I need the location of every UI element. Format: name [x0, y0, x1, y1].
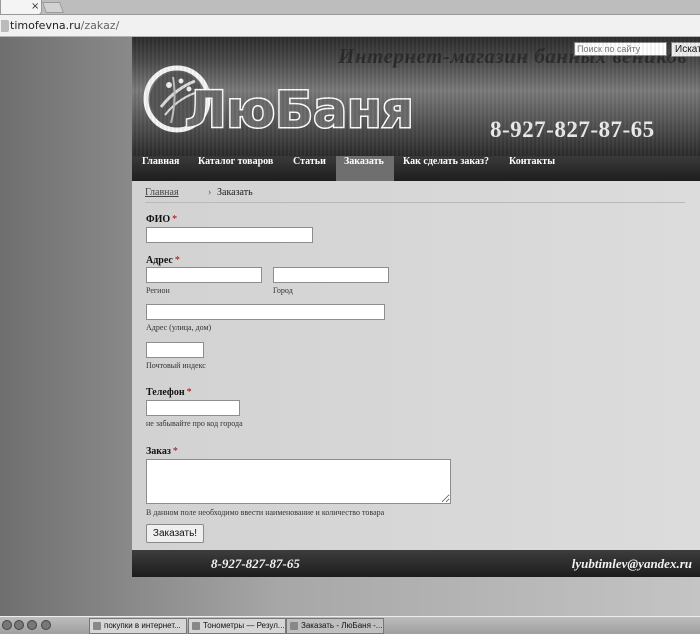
- region-hint: Регион: [146, 286, 170, 295]
- nav-item-how-to-order[interactable]: Как сделать заказ?: [403, 156, 497, 181]
- phone-field[interactable]: [146, 400, 240, 416]
- region-field[interactable]: [146, 267, 262, 283]
- street-hint: Адрес (улица, дом): [146, 323, 212, 332]
- taskbar-window-3[interactable]: Заказать - ЛюБаня -...: [286, 618, 384, 634]
- order-hint: В данном поле необходимо ввести наименов…: [146, 508, 385, 517]
- breadcrumb-home-link[interactable]: Главная: [145, 187, 179, 198]
- site-header: Интернет-магазин банных веников Искать Л…: [132, 37, 700, 156]
- breadcrumb-divider: [145, 202, 685, 203]
- page-viewport: Интернет-магазин банных веников Искать Л…: [0, 37, 700, 616]
- explorer-icon[interactable]: [14, 620, 24, 630]
- url-domain: timofevna.ru: [10, 19, 81, 32]
- breadcrumb-current: Заказать: [217, 187, 253, 198]
- tab-strip: ×: [0, 0, 700, 15]
- phone-hint: не забывайте про код города: [146, 419, 243, 428]
- app-quicklaunch-icon[interactable]: [41, 620, 51, 630]
- window-icon: [93, 622, 101, 630]
- address-label-text: Адрес: [146, 255, 173, 266]
- nav-item-order[interactable]: Заказать: [336, 156, 394, 181]
- header-phone: 8-927-827-87-65: [490, 117, 655, 142]
- tab-close-icon[interactable]: ×: [31, 1, 39, 12]
- url-text[interactable]: timofevna.ru/zakaz/: [10, 19, 119, 32]
- nav-item-contacts[interactable]: Контакты: [509, 156, 561, 181]
- browser-tab[interactable]: ×: [0, 0, 42, 15]
- footer-phone: 8-927-827-87-65: [211, 556, 300, 571]
- taskbar-window-title: Заказать - ЛюБаня -...: [301, 621, 383, 630]
- required-mark: *: [172, 214, 178, 225]
- required-mark: *: [186, 387, 192, 398]
- browser-quicklaunch-icon[interactable]: [27, 620, 37, 630]
- page-favicon-icon: [1, 20, 9, 32]
- os-taskbar: покупки в интернет... Тонометры — Резул.…: [0, 616, 700, 634]
- logo-emblem-icon: [143, 65, 211, 133]
- main-nav: Главная Каталог товаров Статьи Заказать …: [132, 156, 700, 181]
- postcode-hint: Почтовый индекс: [146, 361, 206, 370]
- new-tab-button[interactable]: [41, 2, 65, 13]
- site-container: Интернет-магазин банных веников Искать Л…: [132, 37, 700, 577]
- required-mark: *: [172, 446, 178, 457]
- fio-field[interactable]: [146, 227, 313, 243]
- site-tagline: Интернет-магазин банных веников: [338, 44, 688, 68]
- fio-label-text: ФИО: [146, 214, 171, 225]
- fio-label: ФИО *: [146, 214, 177, 225]
- site-footer: 8-927-827-87-65 lyubtimlev@yandex.ru: [132, 550, 700, 577]
- breadcrumb-separator: ›: [208, 187, 212, 198]
- nav-item-home[interactable]: Главная: [142, 156, 186, 181]
- required-mark: *: [174, 255, 180, 266]
- order-form-area: Главная › Заказать ФИО * Адрес * Регион Го…: [132, 181, 700, 550]
- logo-text: ЛюБаня: [185, 81, 411, 133]
- window-icon: [290, 622, 298, 630]
- submit-order-button[interactable]: Заказать!: [146, 524, 204, 543]
- url-path: /zakaz/: [80, 19, 120, 32]
- taskbar-window-title: Тонометры — Резул...: [203, 621, 285, 630]
- street-field[interactable]: [146, 304, 385, 320]
- footer-email-link[interactable]: lyubtimlev@yandex.ru: [572, 556, 692, 572]
- nav-item-articles[interactable]: Статьи: [293, 156, 329, 181]
- taskbar-window-2[interactable]: Тонометры — Резул...: [188, 618, 286, 634]
- nav-item-catalog[interactable]: Каталог товаров: [198, 156, 280, 181]
- window-icon: [192, 622, 200, 630]
- order-label: Заказ *: [146, 446, 178, 457]
- order-textarea[interactable]: [146, 459, 451, 504]
- start-icon[interactable]: [2, 620, 12, 630]
- search-input[interactable]: [574, 42, 667, 56]
- taskbar-window-1[interactable]: покупки в интернет...: [89, 618, 187, 634]
- city-field[interactable]: [273, 267, 389, 283]
- phone-label: Телефон *: [146, 387, 192, 398]
- taskbar-window-title: покупки в интернет...: [104, 621, 181, 630]
- phone-label-text: Телефон: [146, 387, 185, 398]
- address-bar[interactable]: timofevna.ru/zakaz/: [0, 15, 700, 37]
- order-label-text: Заказ: [146, 446, 171, 457]
- city-hint: Город: [273, 286, 293, 295]
- search-button[interactable]: Искать: [671, 42, 700, 57]
- site-logo[interactable]: ЛюБаня: [141, 63, 411, 133]
- postcode-field[interactable]: [146, 342, 204, 358]
- address-label: Адрес *: [146, 255, 180, 266]
